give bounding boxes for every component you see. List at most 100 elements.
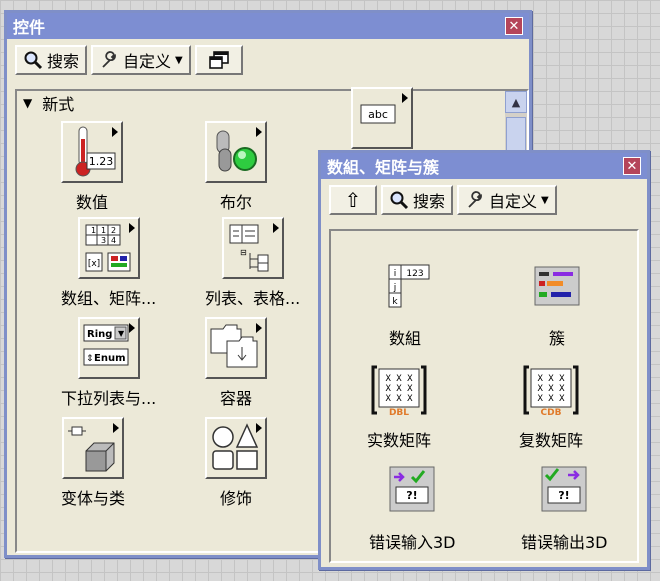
container-icon (205, 317, 267, 379)
svg-text:3: 3 (101, 236, 106, 245)
svg-text:4: 4 (111, 236, 116, 245)
item-label: 实数矩阵 (367, 431, 432, 450)
palette-item-boolean[interactable]: 布尔 (205, 121, 267, 213)
palette-item-variant-class[interactable]: 变体与类 (61, 417, 125, 509)
svg-text:X X X: X X X (537, 384, 565, 394)
svg-text:1: 1 (101, 226, 106, 235)
svg-text:X X X: X X X (537, 374, 565, 384)
up-level-button[interactable]: ⇧ (329, 185, 377, 215)
array-matrix-icon: 1 1 2 3 4 [x] (77, 217, 140, 279)
complex-matrix-badge: CDB (541, 408, 562, 418)
variant-class-icon (62, 417, 124, 479)
wrench-icon (99, 50, 119, 70)
item-label: 列表、表格... (205, 289, 301, 308)
item-label: 容器 (219, 389, 252, 408)
customize-label: 自定义 (489, 192, 538, 211)
magnifier-icon (389, 190, 409, 210)
sub-palette-toolbar: ⇧ 搜索 自定义 ▼ (321, 179, 647, 221)
array-icon: i j k 123 (375, 259, 435, 319)
customize-button[interactable]: 自定义 ▼ (91, 45, 191, 75)
close-button[interactable]: ✕ (505, 17, 523, 35)
real-matrix-icon: X X X X X X X X X DBL (369, 361, 429, 421)
item-label: 数值 (75, 193, 108, 212)
collapse-triangle-icon: ▼ (23, 96, 33, 110)
palette-item-error-out[interactable]: ?! 错误输出3D (521, 463, 608, 553)
up-arrow-icon: ⇧ (344, 188, 362, 212)
item-label: 修饰 (219, 489, 252, 508)
svg-text:123: 123 (406, 269, 423, 279)
item-label: 变体与类 (61, 489, 126, 508)
svg-text:?!: ?! (559, 489, 570, 502)
svg-text:⊟: ⊟ (240, 248, 247, 257)
svg-text:Ring: Ring (87, 329, 112, 340)
window-restore-icon (208, 50, 230, 70)
list-table-icon: ⊟ (221, 217, 284, 279)
item-label: 数組 (388, 329, 421, 348)
search-button[interactable]: 搜索 (15, 45, 88, 75)
svg-text:X X X: X X X (385, 374, 413, 384)
controls-palette-titlebar[interactable]: 控件 ✕ (7, 13, 529, 39)
wrench-icon (465, 190, 485, 210)
scroll-up-arrow-icon[interactable]: ▲ (505, 91, 527, 113)
restore-palette-button[interactable] (194, 45, 243, 75)
item-label: 簇 (548, 329, 565, 348)
real-matrix-badge: DBL (389, 408, 409, 418)
svg-text:1: 1 (91, 226, 96, 235)
dropdown-arrow-icon: ▼ (175, 54, 183, 66)
palette-item-array-matrix[interactable]: 1 1 2 3 4 [x] 数组、矩阵... (61, 217, 156, 309)
palette-item-decorations[interactable]: 修饰 (205, 417, 267, 509)
svg-text:[x]: [x] (87, 259, 99, 269)
error-out-icon: ?! (534, 463, 594, 523)
complex-matrix-icon: X X X X X X X X X CDB (521, 361, 581, 421)
search-label: 搜索 (413, 192, 446, 211)
magnifier-icon (23, 50, 43, 70)
array-cluster-palette-window: 数組、矩阵与簇 ✕ ⇧ 搜索 自定义 ▼ i j k 123 数組 簇 X X … (318, 150, 650, 570)
item-label: 错误输入3D (369, 533, 456, 552)
svg-text:X X X: X X X (385, 394, 413, 404)
svg-text:⇕: ⇕ (86, 354, 94, 364)
palette-item-container[interactable]: 容器 (205, 317, 267, 409)
search-button[interactable]: 搜索 (381, 185, 454, 215)
svg-text:i: i (394, 269, 397, 279)
close-button[interactable]: ✕ (623, 157, 641, 175)
numeric-icon: 1.23 (61, 121, 123, 183)
window-title: 控件 (13, 18, 46, 37)
svg-text:Enum: Enum (94, 353, 126, 364)
svg-text:2: 2 (111, 226, 116, 235)
item-label: 数组、矩阵... (61, 289, 157, 308)
palette-item-real-matrix[interactable]: X X X X X X X X X DBL 实数矩阵 (367, 361, 431, 451)
ring-enum-icon: Ring ▼ ⇕ Enum (77, 317, 140, 379)
window-title: 数組、矩阵与簇 (327, 158, 440, 177)
svg-text:X X X: X X X (385, 384, 413, 394)
palette-item-list-table[interactable]: ⊟ 列表、表格... (205, 217, 300, 309)
error-in-icon: ?! (382, 463, 442, 523)
close-icon: ✕ (626, 158, 638, 174)
palette-item-string-path[interactable]: abc (351, 87, 413, 149)
palette-item-complex-matrix[interactable]: X X X X X X X X X CDB 复数矩阵 (519, 361, 583, 451)
cluster-icon (527, 259, 587, 319)
palette-item-numeric[interactable]: 1.23 数值 (61, 121, 123, 213)
svg-text:1.23: 1.23 (89, 155, 114, 168)
item-label: 布尔 (219, 193, 252, 212)
svg-text:j: j (393, 283, 397, 293)
svg-text:k: k (392, 297, 398, 307)
decorations-icon (205, 417, 267, 479)
item-label: 错误输出3D (521, 533, 608, 552)
string-icon: abc (351, 87, 413, 149)
array-cluster-palette-titlebar[interactable]: 数組、矩阵与簇 ✕ (321, 153, 647, 179)
close-icon: ✕ (508, 18, 520, 34)
boolean-icon (205, 121, 267, 183)
palette-item-cluster[interactable]: 簇 (527, 259, 587, 349)
item-label: 下拉列表与... (61, 389, 157, 408)
svg-text:▼: ▼ (118, 329, 125, 338)
dropdown-arrow-icon: ▼ (541, 194, 549, 206)
palette-item-ring-enum[interactable]: Ring ▼ ⇕ Enum 下拉列表与... (61, 317, 156, 409)
customize-button[interactable]: 自定义 ▼ (457, 185, 557, 215)
customize-label: 自定义 (123, 52, 172, 71)
section-header-modern[interactable]: ▼ 新式 (17, 91, 527, 115)
palette-item-array[interactable]: i j k 123 数組 (375, 259, 435, 349)
palette-item-error-in[interactable]: ?! 错误输入3D (369, 463, 456, 553)
svg-text:?!: ?! (407, 489, 418, 502)
section-title: 新式 (42, 95, 75, 114)
search-label: 搜索 (47, 52, 80, 71)
